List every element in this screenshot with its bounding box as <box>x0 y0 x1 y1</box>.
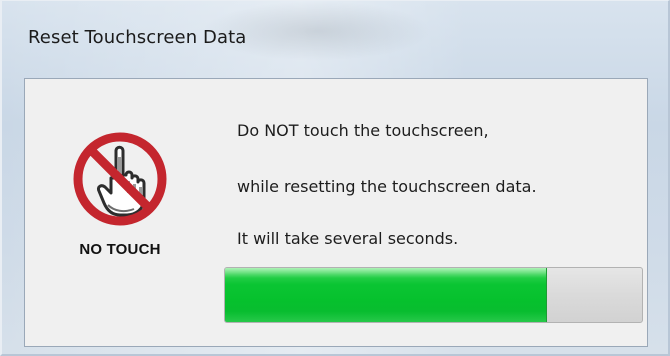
message-line-1: Do NOT touch the touchscreen, <box>237 121 489 140</box>
title-bar[interactable]: Reset Touchscreen Data <box>2 1 668 77</box>
no-touch-graphic: NO TOUCH <box>55 129 185 258</box>
reset-touchscreen-dialog: Reset Touchscreen Data NO TOUCH Do NOT t… <box>0 0 670 356</box>
message-line-2: while resetting the touchscreen data. <box>237 177 537 196</box>
message-line-3: It will take several seconds. <box>237 229 459 248</box>
dialog-content: NO TOUCH Do NOT touch the touchscreen, w… <box>24 78 648 347</box>
progress-fill <box>225 268 548 322</box>
no-touch-icon <box>73 132 167 226</box>
window-title: Reset Touchscreen Data <box>28 27 247 48</box>
progress-bar <box>224 267 643 323</box>
no-touch-label: NO TOUCH <box>79 241 161 258</box>
